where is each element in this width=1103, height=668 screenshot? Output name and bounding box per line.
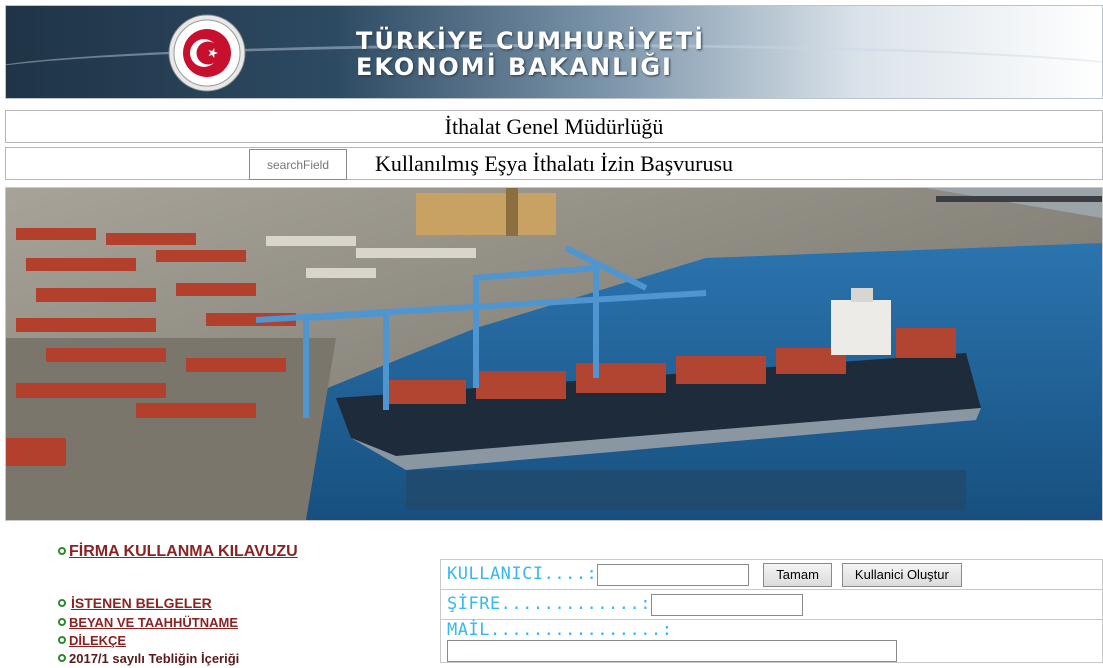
- department-title: İthalat Genel Müdürlüğü: [5, 110, 1103, 143]
- bullet-icon: [58, 617, 66, 626]
- page-title: Kullanılmış Eşya İthalatı İzin Başvurusu: [5, 147, 1103, 180]
- bullet-icon: [58, 635, 66, 644]
- banner-title-line2: EKONOMİ BAKANLIĞI: [356, 53, 673, 81]
- mail-row: MAİL................:: [440, 619, 1103, 663]
- links-panel: FİRMA KULLANMA KILAVUZU İSTENEN BELGELER…: [58, 543, 298, 668]
- doc-links: İSTENEN BELGELER BEYAN VE TAAHHÜTNAME Dİ…: [58, 595, 298, 668]
- mail-label: MAİL................:: [447, 620, 673, 640]
- ministry-banner: TÜRKİYE CUMHURİYETİ EKONOMİ BAKANLIĞI: [5, 5, 1103, 99]
- create-user-button[interactable]: Kullanici Oluştur: [841, 562, 962, 587]
- port-scene-image: [6, 188, 1102, 520]
- doc-link-istenen[interactable]: İSTENEN BELGELER: [71, 595, 212, 611]
- doc-link-dilekce[interactable]: DİLEKÇE: [69, 633, 126, 648]
- doc-link-3[interactable]: DİLEKÇE: [58, 632, 298, 650]
- bullet-icon: [58, 546, 66, 555]
- password-row: ŞİFRE.............:: [440, 589, 1103, 620]
- doc-link-beyan[interactable]: BEYAN VE TAAHHÜTNAME: [69, 615, 238, 630]
- port-photo: [5, 187, 1103, 521]
- ministry-emblem-icon: [168, 14, 246, 92]
- bullet-icon: [58, 653, 66, 662]
- user-row: KULLANICI....: Tamam Kullanici Oluştur: [440, 559, 1103, 590]
- doc-link-2[interactable]: BEYAN VE TAAHHÜTNAME: [58, 614, 298, 632]
- mail-input[interactable]: [447, 640, 897, 662]
- doc-link-4[interactable]: 2017/1 sayılı Tebliğin İçeriği: [58, 650, 298, 668]
- password-input[interactable]: [650, 593, 803, 616]
- user-cell: KULLANICI....: Tamam Kullanici Oluştur: [440, 559, 1103, 590]
- banner-title: TÜRKİYE CUMHURİYETİ EKONOMİ BAKANLIĞI: [356, 28, 705, 80]
- ok-button[interactable]: Tamam: [763, 562, 832, 587]
- user-label: KULLANICI....:: [447, 563, 598, 584]
- bullet-icon: [58, 598, 66, 607]
- doc-link-1[interactable]: İSTENEN BELGELER: [58, 595, 298, 613]
- mail-cell: MAİL................:: [440, 619, 1103, 663]
- username-input[interactable]: [597, 563, 750, 586]
- password-label: ŞİFRE.............:: [447, 593, 651, 614]
- banner-title-line1: TÜRKİYE CUMHURİYETİ: [356, 27, 706, 55]
- search-input[interactable]: [249, 149, 347, 180]
- manual-link[interactable]: FİRMA KULLANMA KILAVUZU: [58, 543, 298, 561]
- manual-link-text[interactable]: FİRMA KULLANMA KILAVUZU: [69, 543, 298, 560]
- password-cell: ŞİFRE.............:: [440, 589, 1103, 620]
- login-form: KULLANICI....: Tamam Kullanici Oluştur ŞİF…: [440, 559, 1103, 663]
